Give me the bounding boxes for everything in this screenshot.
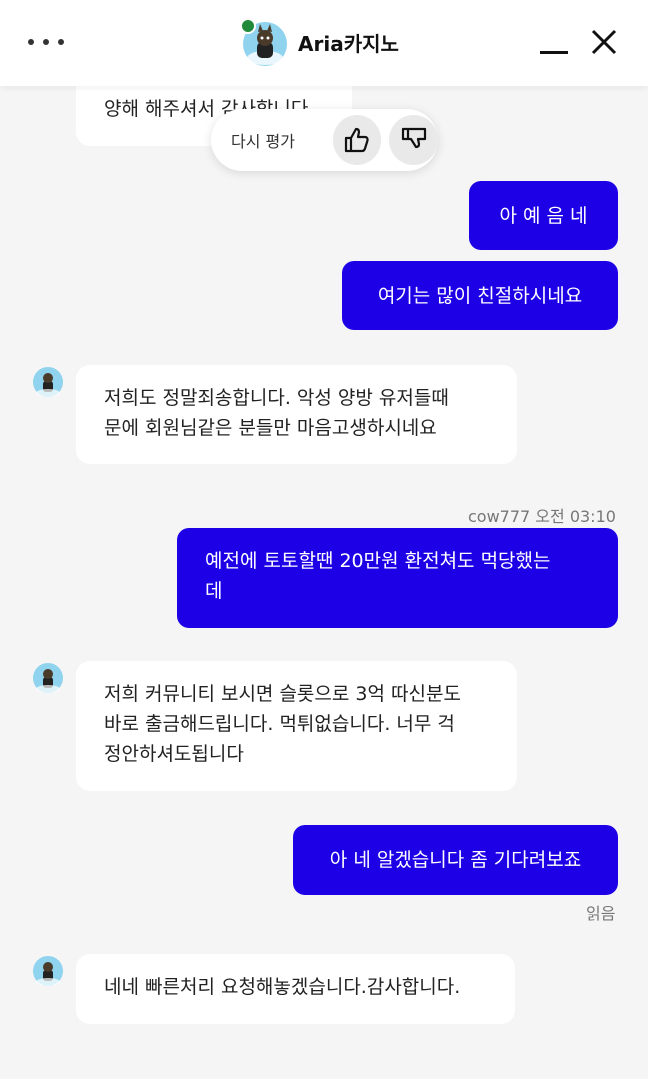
message-line: 저희도 정말죄송합니다. 악성 양방 유저들때 — [104, 387, 449, 409]
thumbs-down-button[interactable] — [389, 115, 438, 165]
message-line: 문에 회원님같은 분들만 마음고생하시네요 — [104, 417, 437, 439]
more-dots-icon[interactable] — [28, 30, 64, 54]
message-line: 저희 커뮤니티 보시면 슬롯으로 3억 따신분도 — [104, 683, 461, 705]
outgoing-message: 아 네 알겠습니다 좀 기다려보죠 — [293, 825, 618, 895]
outgoing-message: 아 예 음 네 — [469, 181, 618, 250]
chat-area[interactable]: 양해 해주셔서 감사합니다 다시 평가 아 예 음 네 여기는 많이 친절하시네… — [0, 86, 648, 1079]
read-receipt: 읽음 — [586, 904, 616, 923]
outgoing-message: 여기는 많이 친절하시네요 — [342, 261, 618, 330]
message-line: 정안하셔도됩니다 — [104, 743, 244, 765]
rating-label: 다시 평가 — [231, 132, 295, 151]
close-icon[interactable] — [589, 27, 619, 57]
bot-avatar-small — [32, 955, 64, 987]
message-line: 데 — [205, 580, 223, 602]
header-title: Aria카지노 — [298, 31, 399, 56]
message-text: 아 예 음 네 — [499, 204, 588, 227]
outgoing-message: 예전에 토토할땐 20만원 환전쳐도 먹당했는 데 — [177, 528, 618, 628]
incoming-message: 네네 빠른처리 요청해놓겠습니다.감사합니다. — [76, 954, 515, 1024]
message-meta: cow777 오전 03:10 — [468, 507, 616, 526]
message-text: 아 네 알겠습니다 좀 기다려보죠 — [329, 849, 582, 871]
thumbs-up-icon — [344, 127, 369, 153]
minimize-icon[interactable] — [538, 28, 570, 58]
incoming-message: 저희도 정말죄송합니다. 악성 양방 유저들때 문에 회원님같은 분들만 마음고… — [76, 365, 517, 464]
incoming-message: 저희 커뮤니티 보시면 슬롯으로 3억 따신분도 바로 출금해드립니다. 먹튀없… — [76, 661, 517, 791]
thumbs-down-icon — [401, 127, 426, 149]
message-line: 바로 출금해드립니다. 먹튀없습니다. 너무 걱 — [104, 713, 455, 735]
thumbs-up-button[interactable] — [332, 115, 382, 165]
message-line: 예전에 토토할땐 20만원 환전쳐도 먹당했는 — [205, 550, 551, 572]
bot-avatar — [240, 18, 288, 66]
header-title-group: Aria카지노 — [240, 17, 399, 67]
bot-avatar-small — [32, 366, 64, 398]
rating-popup: 다시 평가 — [211, 109, 438, 171]
bot-avatar-small — [32, 662, 64, 694]
message-line: 네네 빠른처리 요청해놓겠습니다.감사합니다. — [104, 976, 461, 998]
message-text: 여기는 많이 친절하시네요 — [377, 284, 583, 307]
chat-header: Aria카지노 — [0, 0, 648, 86]
